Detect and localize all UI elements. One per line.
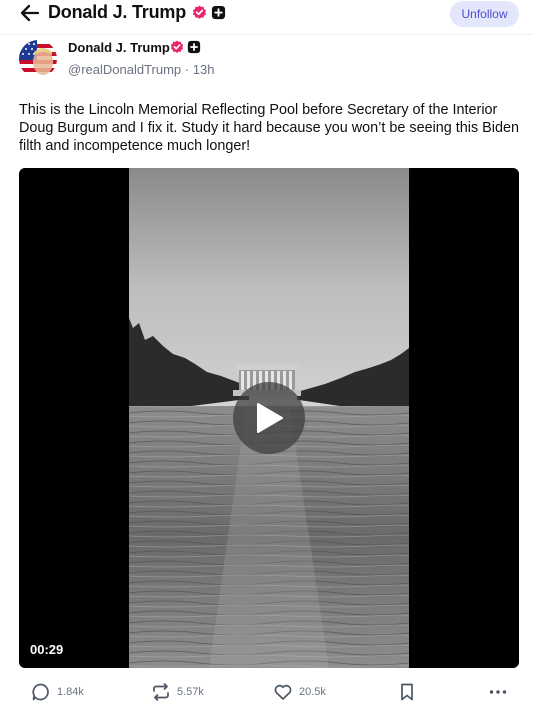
comment-icon [32,683,49,701]
verified-badge-icon [170,40,184,53]
post-text: This is the Lincoln Memorial Reflecting … [19,102,519,154]
reply-button[interactable]: 1.84k [31,682,84,702]
author-handle[interactable]: @realDonaldTrump [68,62,181,77]
more-dots-icon [489,690,507,694]
repost-count: 5.57k [177,686,204,698]
bookmark-button[interactable] [397,682,417,702]
avatar-image [19,40,57,78]
author-badges [170,40,201,54]
play-icon [257,403,283,433]
post-actions: 1.84k 5.57k 20.5k [0,682,533,710]
plus-badge-icon [211,5,226,20]
author-name[interactable]: Donald J. Trump [68,40,170,55]
repost-button[interactable]: 5.57k [151,682,204,702]
header-divider [0,34,533,35]
title-badges [192,5,226,20]
post-time[interactable]: 13h [193,62,215,77]
video-player[interactable]: 00:29 [19,168,519,668]
verified-badge-icon [192,5,207,19]
like-button[interactable]: 20.5k [273,682,326,702]
arrow-left-icon[interactable] [20,4,40,22]
reply-count: 1.84k [57,686,84,698]
top-bar: Donald J. Trump Unfollow [0,0,533,28]
play-button[interactable] [233,382,305,454]
more-options-button[interactable] [488,682,508,702]
avatar[interactable] [19,40,57,78]
unfollow-button[interactable]: Unfollow [450,1,519,27]
heart-icon [274,684,292,700]
bookmark-icon [401,683,413,701]
like-count: 20.5k [299,686,326,698]
author-meta: @realDonaldTrump · 13h [68,62,214,77]
plus-badge-icon [187,40,201,54]
repost-icon [153,683,169,701]
meta-separator: · [184,62,190,77]
video-duration: 00:29 [30,642,64,657]
page-title: Donald J. Trump [48,2,187,22]
